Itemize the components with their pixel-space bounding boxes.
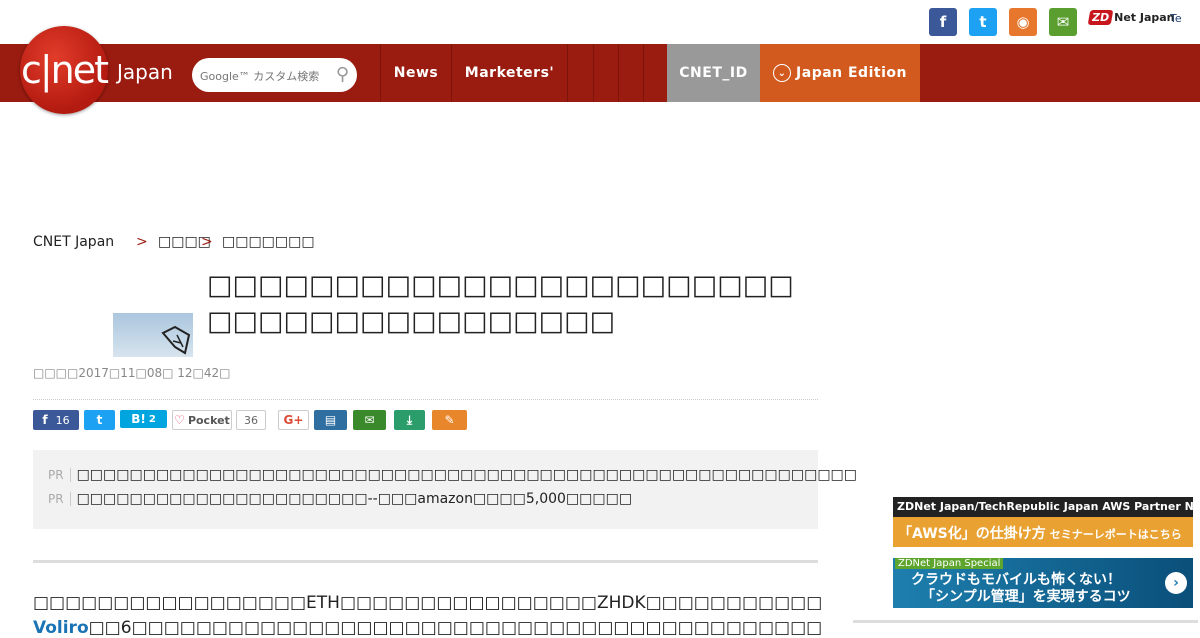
- cloud-mobile-ad[interactable]: ZDNet Japan Special クラウドもモバイルも怖くない！ 「シンプ…: [893, 558, 1193, 608]
- hatena-icon: B!: [131, 412, 146, 426]
- pr-tag: PR: [48, 468, 71, 482]
- pr-item[interactable]: PR □□□□□□□□□□□□□□□□□□□□□□□□□□□□□□□□□□□□□□…: [48, 467, 857, 483]
- breadcrumb-separator: >: [136, 234, 148, 250]
- nav-item-empty-3[interactable]: [618, 44, 643, 102]
- pr-item-text[interactable]: □□□□□□□□□□□□□□□□□□□□□□□□□□□□□□□□□□□□□□□□…: [77, 467, 857, 483]
- gplus-icon: G+: [283, 413, 304, 427]
- ad-subtext: セミナーレポートはこちら: [1049, 528, 1182, 541]
- nav-item-empty-2[interactable]: [593, 44, 618, 102]
- pocket-count: 36: [236, 410, 266, 430]
- search-icon[interactable]: ⚲: [336, 64, 349, 85]
- article-date: □□□□2017□11□08□ 12□42□: [33, 366, 231, 380]
- facebook-icon[interactable]: f: [929, 8, 957, 36]
- facebook-share-count: 16: [55, 413, 70, 427]
- logo-edition-label: Japan: [117, 60, 173, 84]
- mail-icon: ✉: [364, 413, 375, 427]
- cnet-logo[interactable]: c|net: [20, 26, 109, 114]
- nav-news[interactable]: News: [380, 44, 451, 102]
- nav-japan-edition[interactable]: ⌄ Japan Edition: [760, 44, 920, 102]
- search-box[interactable]: ⚲: [192, 58, 357, 92]
- download-icon: ⤓: [406, 412, 413, 427]
- pocket-icon: ♡: [174, 413, 185, 427]
- search-input[interactable]: [198, 66, 332, 86]
- divider: [33, 399, 818, 400]
- pr-item-text[interactable]: □□□□□□□□□□□□□□□□□□□□□□--□□□amazon□□□□5,0…: [77, 491, 633, 507]
- facebook-share-button[interactable]: f 16: [33, 410, 79, 430]
- article-thumbnail[interactable]: [113, 313, 193, 357]
- print-button[interactable]: ▤: [314, 410, 347, 430]
- ad-headline: 「AWS化」の仕掛け方: [898, 526, 1046, 542]
- techrepublic-label: Te: [1170, 12, 1182, 25]
- hatena-count: 2: [148, 413, 156, 425]
- facebook-icon: f: [42, 413, 48, 427]
- mail-icon[interactable]: ✉: [1049, 8, 1077, 36]
- save-button[interactable]: ⤓: [394, 410, 425, 430]
- techrepublic-link[interactable]: Te: [1170, 12, 1182, 25]
- zdnet-logo-icon: ZD: [1087, 10, 1114, 25]
- zdnet-japan-link[interactable]: ZD Net Japan: [1087, 10, 1175, 25]
- pr-tag: PR: [48, 492, 71, 506]
- pr-item[interactable]: PR □□□□□□□□□□□□□□□□□□□□□□--□□□amazon□□□□5…: [48, 491, 632, 507]
- twitter-share-button[interactable]: t: [84, 410, 115, 430]
- divider: [33, 560, 818, 563]
- ad-main-text: 「AWS化」の仕掛け方 セミナーレポートはこちら: [893, 517, 1193, 543]
- arrow-right-icon: ›: [1165, 572, 1187, 594]
- chevron-down-icon: ⌄: [773, 64, 792, 82]
- article-title: □□□□□□□□□□□□□□□□□□□□□□□□□□□□□□□□□□□□□□□: [207, 270, 794, 337]
- article-body-line: Voliro□□6□□□□□□□□□□□□□□□□□□□□□□□□□□□□□□□…: [33, 618, 823, 638]
- mail-share-button[interactable]: ✉: [353, 410, 386, 430]
- gplus-button[interactable]: G+: [278, 410, 309, 430]
- clip-button[interactable]: ✎: [432, 410, 467, 430]
- ad-tag: ZDNet Japan Special: [895, 558, 1004, 569]
- drone-image: [161, 325, 191, 355]
- nav-marketers[interactable]: Marketers': [451, 44, 567, 102]
- ad-header: ZDNet Japan/TechRepublic Japan AWS Partn…: [893, 497, 1193, 517]
- pocket-label: Pocket: [187, 413, 230, 427]
- twitter-icon[interactable]: t: [969, 8, 997, 36]
- print-icon: ▤: [324, 413, 337, 427]
- ad-line-2: 「シンプル管理」を実現するコツ: [921, 589, 1131, 605]
- breadcrumb-home[interactable]: CNET Japan: [33, 234, 114, 250]
- paperclip-icon: ✎: [444, 413, 455, 427]
- aws-seminar-ad[interactable]: ZDNet Japan/TechRepublic Japan AWS Partn…: [893, 497, 1193, 547]
- rss-icon[interactable]: ◉: [1009, 8, 1037, 36]
- nav-item-empty-1[interactable]: [567, 44, 593, 102]
- nav-cnet-id[interactable]: CNET_ID: [667, 44, 760, 102]
- nav-item-empty-4[interactable]: [643, 44, 667, 102]
- voliro-link[interactable]: Voliro: [33, 618, 89, 638]
- japan-edition-label: Japan Edition: [796, 65, 907, 81]
- breadcrumb-current: □□□□□□□: [222, 234, 315, 250]
- breadcrumb-separator: >: [201, 234, 213, 250]
- zdnet-label: Net Japan: [1114, 11, 1175, 24]
- hatena-bookmark-button[interactable]: B! 2: [120, 410, 167, 428]
- divider: [853, 620, 1198, 623]
- pr-box: PR □□□□□□□□□□□□□□□□□□□□□□□□□□□□□□□□□□□□□□…: [33, 450, 857, 529]
- article-body-line: □□□□□□□□□□□□□□□□□ETH□□□□□□□□□□□□□□□□ZHDK…: [33, 593, 823, 613]
- article-body-text: □□6□□□□□□□□□□□□□□□□□□□□□□□□□□□□□□□□□□□□□…: [88, 618, 823, 638]
- twitter-icon: t: [96, 413, 103, 427]
- pocket-button[interactable]: ♡ Pocket: [172, 410, 232, 430]
